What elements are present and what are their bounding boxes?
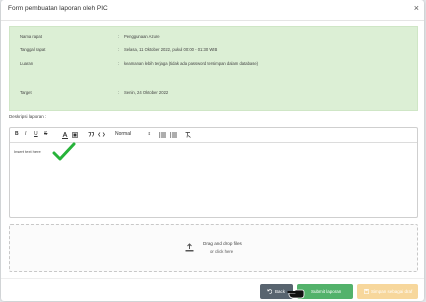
back-button-label: Back [275,289,286,294]
info-colon: : [118,34,120,39]
info-label: Luaran [20,61,34,66]
ordered-list-icon[interactable] [159,132,166,138]
bold-button[interactable]: B [15,131,19,137]
text-color-icon[interactable] [62,132,68,139]
close-icon[interactable]: × [414,3,419,13]
info-value: keamanan lebih terjaga (tidak ada passwo… [124,61,259,66]
clear-format-icon[interactable] [185,132,191,138]
format-select[interactable]: Normal ⇕ [115,131,151,137]
dropzone-subtitle: or click here [210,249,234,254]
info-colon: : [118,61,120,66]
rich-text-editor[interactable]: B I U S Normal ⇕ Insert text here [9,127,418,218]
submit-button-label: Submit laporan [311,289,342,294]
blockquote-icon[interactable] [88,132,94,137]
upload-icon [185,243,194,252]
dropzone-title: Drag and drop files [203,241,242,246]
info-label: Tanggal rapat [20,47,46,52]
editor-content[interactable]: Insert text here [14,149,41,154]
undo-icon [267,289,272,294]
italic-button[interactable]: I [25,131,26,137]
format-select-value: Normal [115,131,132,137]
underline-button[interactable]: U [34,131,38,137]
report-form-modal: Form pembuatan laporan oleh PIC × Nama r… [1,0,424,301]
strike-button[interactable]: S [44,131,47,137]
save-draft-label: Simpan sebagai draf [371,289,413,294]
info-colon: : [118,90,120,95]
bullet-list-icon[interactable] [170,132,177,138]
hand-pointer-icon [287,289,305,299]
checkmark-icon [52,142,76,161]
info-label: Nama rapat [20,34,42,39]
save-draft-button[interactable]: Simpan sebagai draf [357,284,418,299]
description-label: Deskripsi laporan : [9,114,47,119]
modal-title: Form pembuatan laporan oleh PIC [8,5,108,12]
footer-divider [1,278,424,279]
editor-toolbar: B I U S Normal ⇕ [10,128,417,143]
meeting-info-panel: Nama rapat : Penggunaan Azure Tanggal ra… [9,26,418,111]
info-value: Selasa, 11 Oktober 2022, pukul 00:00 - 0… [124,47,218,52]
background-color-icon[interactable] [72,132,78,139]
submit-button[interactable]: Submit laporan [297,284,353,299]
info-label: Target [20,90,32,95]
info-value: Penggunaan Azure [124,34,160,39]
chevron-updown-icon: ⇕ [147,131,151,136]
modal-header: Form pembuatan laporan oleh PIC × [1,0,424,21]
save-icon [364,289,369,294]
info-colon: : [118,47,120,52]
info-value: Senin, 24 Oktober 2022 [124,90,169,95]
file-dropzone[interactable]: Drag and drop files or click here [9,224,418,272]
code-block-icon[interactable] [98,132,105,137]
